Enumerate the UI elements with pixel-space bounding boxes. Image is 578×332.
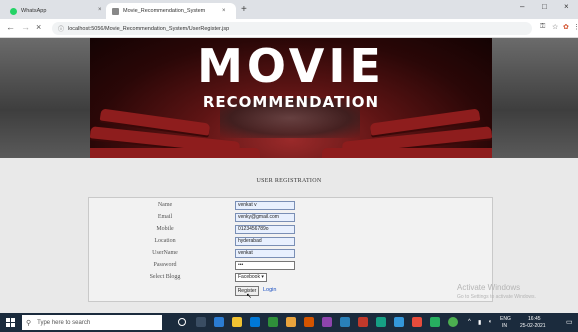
close-tab-icon[interactable]: × (222, 8, 230, 14)
form-row-mobile: Mobile 0123456789o (89, 225, 494, 235)
cortana-icon[interactable] (178, 318, 186, 326)
store-icon[interactable] (250, 317, 260, 327)
screen: WhatsApp × Movie_Recommendation_System ×… (0, 0, 578, 332)
maximize-button[interactable]: □ (542, 2, 547, 11)
tray-arrow-icon[interactable]: ^ (468, 319, 471, 325)
login-link[interactable]: Login (263, 287, 276, 293)
app-icon[interactable] (286, 317, 296, 327)
name-input[interactable]: venkat v (235, 201, 295, 210)
activation-watermark-title: Activate Windows (457, 283, 521, 292)
app-icon[interactable] (412, 317, 422, 327)
page-icon (112, 7, 119, 15)
username-input[interactable]: venkat (235, 249, 295, 258)
extension-icon[interactable]: ✿ (563, 23, 569, 31)
blog-select[interactable]: Facebook ▾ (235, 273, 267, 282)
new-tab-button[interactable]: + (241, 4, 247, 15)
header-side-panel-right (492, 38, 578, 158)
banner-subtitle: RECOMMENDATION (202, 93, 380, 111)
app-icon[interactable] (358, 317, 368, 327)
close-tab-icon[interactable]: × (98, 7, 102, 13)
form-row-blog: Select Blogg Facebook ▾ (89, 273, 494, 283)
clock-date[interactable]: 25-02-2021 (520, 323, 546, 329)
chrome-icon[interactable] (448, 317, 458, 327)
key-icon[interactable]: ⚿ (540, 23, 545, 31)
taskbar-search-input[interactable]: ⚲ Type here to search (22, 315, 162, 330)
close-window-button[interactable]: × (564, 2, 569, 11)
form-row-username: UserName venkat (89, 249, 494, 259)
back-button[interactable]: ← (6, 22, 15, 32)
app-icon[interactable] (430, 317, 440, 327)
form-row-location: Location hyderabad (89, 237, 494, 247)
mobile-input[interactable]: 0123456789o (235, 225, 295, 234)
blog-label: Select Blogg (149, 274, 181, 280)
tab-title: Movie_Recommendation_System (123, 8, 206, 14)
app-icon[interactable] (304, 317, 314, 327)
task-view-icon[interactable] (196, 317, 206, 327)
star-icon[interactable]: ☆ (552, 23, 558, 31)
app-icon[interactable] (376, 317, 386, 327)
page-title: USER REGISTRATION (256, 178, 322, 184)
minimize-button[interactable]: – (520, 2, 524, 11)
name-label: Name (157, 202, 173, 208)
page-content: MOVIE RECOMMENDATION USER REGISTRATION N… (0, 38, 578, 313)
edge-icon[interactable] (214, 317, 224, 327)
mouse-cursor-icon: ↖ (246, 293, 252, 300)
url-text: localhost:5056/Movie_Recommendation_Syst… (68, 25, 230, 32)
file-explorer-icon[interactable] (232, 317, 242, 327)
search-icon: ⚲ (26, 319, 32, 327)
menu-icon[interactable]: ⋮ (573, 23, 578, 31)
username-label: UserName (152, 250, 178, 256)
forward-button[interactable]: → (21, 22, 30, 32)
seat-row (90, 148, 260, 158)
header-banner: MOVIE RECOMMENDATION (90, 38, 492, 158)
app-icon[interactable] (394, 317, 404, 327)
banner-title: MOVIE (197, 39, 385, 93)
registration-form: Name venkat v Email venky@gmail.com Mobi… (88, 197, 493, 302)
network-icon[interactable]: ▮ (478, 319, 481, 326)
form-row-password: Password ••• (89, 261, 494, 271)
form-row-name: Name venkat v (89, 201, 494, 211)
email-input[interactable]: venky@gmail.com (235, 213, 295, 222)
windows-start-icon[interactable] (6, 318, 15, 327)
mobile-label: Mobile (156, 226, 174, 232)
form-row-actions: Register Login ↖ (89, 286, 494, 300)
browser-tab-strip: WhatsApp × Movie_Recommendation_System ×… (0, 0, 578, 19)
app-icon[interactable] (268, 317, 278, 327)
info-icon[interactable]: ⓘ (58, 24, 64, 33)
language-indicator[interactable]: ENG (500, 316, 511, 322)
activation-watermark-text: Go to Settings to activate Windows. (457, 294, 536, 300)
email-label: Email (157, 214, 173, 220)
tab-movie-recommendation[interactable]: Movie_Recommendation_System × (106, 3, 236, 19)
volume-icon[interactable]: ◖ (488, 319, 492, 325)
location-label: Location (154, 238, 176, 244)
notification-icon[interactable]: ▭ (566, 318, 573, 326)
clock-time[interactable]: 16:45 (528, 316, 541, 322)
browser-toolbar: ← → × ⓘ localhost:5056/Movie_Recommendat… (0, 19, 578, 38)
header-side-panel-left (0, 38, 90, 158)
stop-reload-button[interactable]: × (36, 22, 41, 32)
address-bar[interactable]: ⓘ localhost:5056/Movie_Recommendation_Sy… (52, 22, 532, 35)
windows-taskbar: ⚲ Type here to search ^ ▮ ◖ ENG IN 16:45… (0, 313, 578, 332)
region-indicator: IN (502, 323, 507, 329)
form-row-email: Email venky@gmail.com (89, 213, 494, 223)
search-placeholder: Type here to search (37, 319, 91, 326)
app-icon[interactable] (322, 317, 332, 327)
password-input[interactable]: ••• (235, 261, 295, 270)
password-label: Password (153, 262, 177, 268)
location-input[interactable]: hyderabad (235, 237, 295, 246)
app-icon[interactable] (340, 317, 350, 327)
whatsapp-icon (10, 7, 17, 15)
seat-row (322, 148, 492, 158)
